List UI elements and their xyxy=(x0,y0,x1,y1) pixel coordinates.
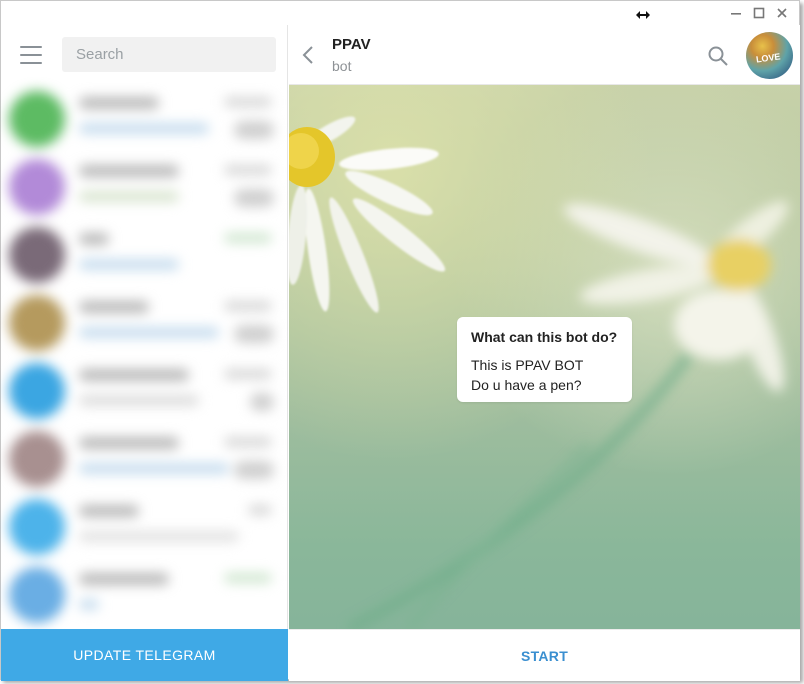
chat-list-item[interactable] xyxy=(1,493,288,561)
close-icon xyxy=(777,8,787,18)
chat-badge-placeholder xyxy=(234,121,274,139)
chat-name-placeholder xyxy=(79,165,179,177)
start-button[interactable]: START xyxy=(289,630,800,681)
maximize-button[interactable] xyxy=(748,3,770,23)
chat-name-placeholder xyxy=(79,573,169,585)
chat-list-item[interactable] xyxy=(1,357,288,425)
avatar xyxy=(9,91,65,147)
chat-time-placeholder xyxy=(224,97,272,107)
avatar xyxy=(9,159,65,215)
minimize-icon xyxy=(731,13,741,15)
peer-name[interactable]: PPAV xyxy=(332,36,371,53)
chat-name-placeholder xyxy=(79,437,179,449)
chat-badge-placeholder xyxy=(234,461,274,479)
chat-time-placeholder xyxy=(224,573,272,583)
chat-preview-placeholder xyxy=(79,395,199,406)
avatar-logo-text: LOVE xyxy=(755,51,782,65)
maximize-icon xyxy=(753,7,765,19)
chat-preview-placeholder xyxy=(79,123,209,134)
minimize-button[interactable] xyxy=(725,3,747,23)
chat-name-placeholder xyxy=(79,301,149,313)
avatar xyxy=(9,363,65,419)
close-button[interactable] xyxy=(771,3,793,23)
chat-preview-placeholder xyxy=(79,259,179,270)
avatar[interactable]: LOVE xyxy=(746,32,793,79)
chat-badge-placeholder xyxy=(234,325,274,343)
chat-badge-placeholder xyxy=(234,189,274,207)
chat-badge-placeholder xyxy=(250,393,274,411)
dialogs-panel: UPDATE TELEGRAM xyxy=(1,25,288,681)
chat-preview-placeholder xyxy=(79,191,179,202)
update-telegram-button[interactable]: UPDATE TELEGRAM xyxy=(1,629,288,681)
chat-list-item[interactable] xyxy=(1,153,288,221)
hamburger-menu-icon[interactable] xyxy=(19,44,43,66)
chat-time-placeholder xyxy=(224,437,272,447)
chat-list-item[interactable] xyxy=(1,85,288,153)
chat-list-item[interactable] xyxy=(1,221,288,289)
avatar xyxy=(9,567,65,623)
chat-preview-placeholder xyxy=(79,327,219,338)
bot-info-title: What can this bot do? xyxy=(471,329,618,345)
chat-preview-placeholder xyxy=(79,531,239,542)
chat-list-item[interactable] xyxy=(1,561,288,629)
chat-time-placeholder xyxy=(248,505,272,515)
chat-name-placeholder xyxy=(79,233,109,245)
chat-time-placeholder xyxy=(224,165,272,175)
avatar xyxy=(9,227,65,283)
bot-info-card: What can this bot do? This is PPAV BOT D… xyxy=(457,317,632,402)
resize-cursor-icon xyxy=(636,11,650,19)
chat-name-placeholder xyxy=(79,369,189,381)
avatar xyxy=(9,295,65,351)
chat-background: What can this bot do? This is PPAV BOT D… xyxy=(289,85,800,629)
chat-panel: PPAV bot LOVE What can this bot do? This… xyxy=(289,25,800,681)
chat-time-placeholder xyxy=(224,233,272,243)
bot-info-line: Do u have a pen? xyxy=(471,377,582,393)
chat-name-placeholder xyxy=(79,505,139,517)
peer-status: bot xyxy=(332,58,352,74)
chat-list-item[interactable] xyxy=(1,425,288,493)
search-icon[interactable] xyxy=(707,45,729,67)
chat-list-item[interactable] xyxy=(1,289,288,357)
avatar xyxy=(9,431,65,487)
chat-preview-placeholder xyxy=(79,463,229,474)
dialogs-header xyxy=(1,25,288,85)
bot-info-line: This is PPAV BOT xyxy=(471,357,584,373)
telegram-window: UPDATE TELEGRAM PPAV bot LOVE xyxy=(0,0,800,681)
chat-time-placeholder xyxy=(224,301,272,311)
chevron-left-icon[interactable] xyxy=(299,43,319,67)
chat-header: PPAV bot LOVE xyxy=(289,25,800,85)
title-bar[interactable] xyxy=(1,1,799,25)
chat-name-placeholder xyxy=(79,97,159,109)
search-input[interactable] xyxy=(62,37,276,72)
chat-list xyxy=(1,85,288,629)
start-bar: START xyxy=(289,629,800,681)
chat-time-placeholder xyxy=(224,369,272,379)
avatar xyxy=(9,499,65,555)
chat-preview-placeholder xyxy=(79,599,99,610)
